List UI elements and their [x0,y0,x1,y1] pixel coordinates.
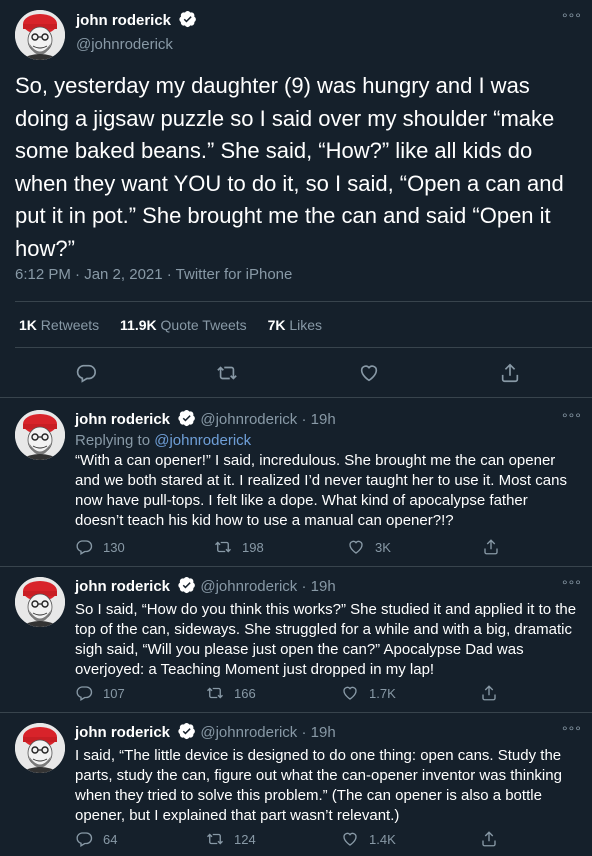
verified-icon [179,10,197,33]
like-button[interactable]: 1.4K [341,830,396,848]
tweet-timestamp[interactable]: 6:12 PM · Jan 2, 2021 · Twitter for iPho… [15,266,292,283]
verified-icon [178,409,196,431]
reply-avatar[interactable] [15,410,65,460]
retweet-count: 198 [242,539,264,555]
reply-handle-time[interactable]: @johnroderick · 19h [200,724,335,741]
verified-icon [178,576,196,598]
retweet-button[interactable]: 166 [206,684,256,702]
like-icon[interactable] [358,362,380,389]
reply-text: So I said, “How do you think this works?… [75,601,577,678]
more-options-button[interactable]: °°° [562,10,582,26]
share-button[interactable] [482,538,500,556]
share-icon [480,684,498,702]
like-icon [341,830,359,848]
tweet-stats: 1K Retweets 11.9K Quote Tweets 7K Likes [19,317,322,333]
reply-count: 107 [103,685,125,701]
share-button[interactable] [480,830,498,848]
author-avatar[interactable] [15,10,65,60]
quote-tweets-stat[interactable]: 11.9K Quote Tweets [120,317,247,333]
author-name[interactable]: john roderick [76,12,171,29]
divider [0,397,592,398]
likes-stat[interactable]: 7K Likes [268,317,322,333]
reply-icon [75,830,93,848]
tweet-text: So, yesterday my daughter (9) was hungry… [15,73,564,261]
retweet-button[interactable]: 198 [214,538,264,556]
share-button[interactable] [480,684,498,702]
reply-text: I said, “The little device is designed t… [75,747,562,824]
share-icon [482,538,500,556]
replying-to: Replying to @johnroderick [75,432,252,449]
reply-author-name[interactable]: john roderick [75,724,170,741]
like-button[interactable]: 1.7K [341,684,396,702]
reply-handle-time[interactable]: @johnroderick · 19h [200,578,335,595]
author-header: john roderick @johnroderick [76,10,197,53]
like-count: 1.4K [369,831,396,847]
retweet-icon [214,538,232,556]
reply-button[interactable]: 130 [75,538,125,556]
retweets-stat[interactable]: 1K Retweets [19,317,99,333]
reply-handle-time[interactable]: @johnroderick · 19h [200,411,335,428]
reply-tweet: john roderick @johnroderick · 19h So I s… [75,576,580,680]
divider [15,301,592,302]
reply-button[interactable]: 107 [75,684,125,702]
retweet-icon[interactable] [216,362,238,389]
reply-tweet: john roderick @johnroderick · 19h Replyi… [75,409,580,531]
more-options-button[interactable]: °°° [562,410,582,426]
like-count: 3K [375,539,391,555]
divider [0,712,592,713]
reply-tweet: john roderick @johnroderick · 19h I said… [75,722,580,826]
reply-author-name[interactable]: john roderick [75,578,170,595]
more-options-button[interactable]: °°° [562,723,582,739]
like-button[interactable]: 3K [347,538,391,556]
retweet-button[interactable]: 124 [206,830,256,848]
like-icon [341,684,359,702]
divider [0,566,592,567]
retweet-count: 166 [234,685,256,701]
like-count: 1.7K [369,685,396,701]
reply-icon [75,684,93,702]
reply-count: 64 [103,831,118,847]
verified-icon [178,722,196,744]
retweet-icon [206,830,224,848]
reply-text: “With a can opener!” I said, incredulous… [75,452,567,529]
reply-count: 130 [103,539,125,555]
reply-icon [75,538,93,556]
reply-avatar[interactable] [15,723,65,773]
reply-icon[interactable] [75,362,97,389]
reply-avatar[interactable] [15,577,65,627]
share-icon [480,830,498,848]
retweet-count: 124 [234,831,256,847]
reply-button[interactable]: 64 [75,830,117,848]
share-icon[interactable] [499,362,521,389]
divider [15,347,592,348]
like-icon [347,538,365,556]
replying-to-link[interactable]: @johnroderick [154,432,251,449]
reply-author-name[interactable]: john roderick [75,411,170,428]
author-handle[interactable]: @johnroderick [76,36,197,53]
retweet-icon [206,684,224,702]
more-options-button[interactable]: °°° [562,577,582,593]
